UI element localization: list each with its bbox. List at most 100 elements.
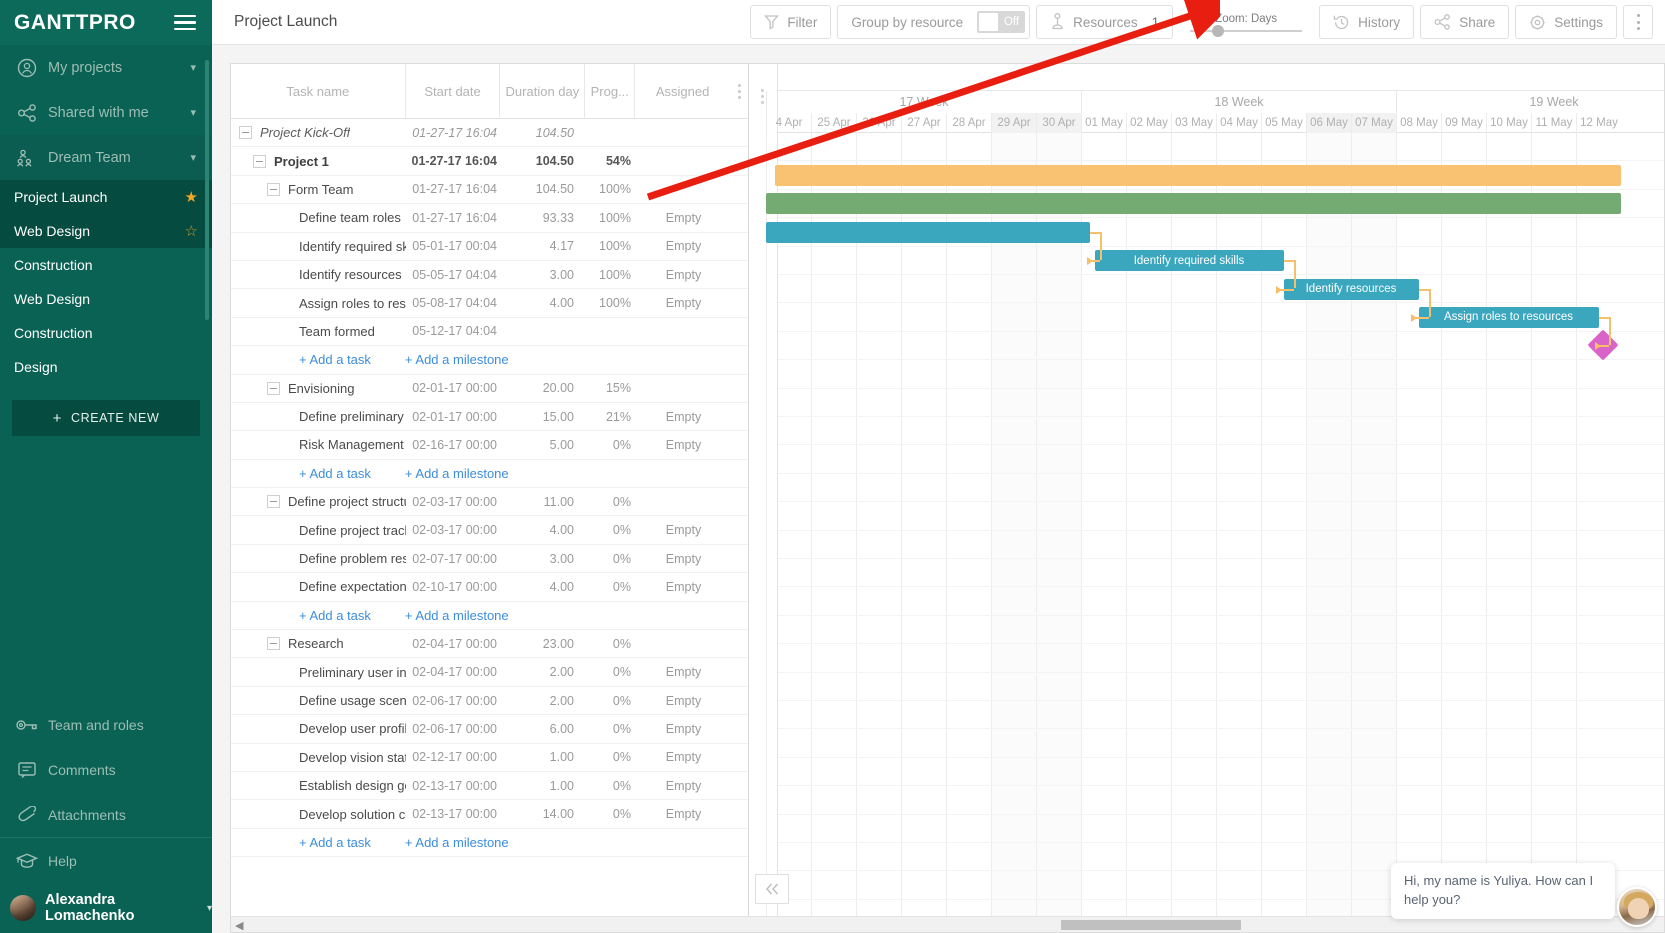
column-header-task-name[interactable]: Task name [231,64,406,119]
start-date-cell[interactable]: 02-04-17 00:00 [406,637,501,651]
sidebar-item-construction-1[interactable]: Construction [0,248,212,282]
duration-cell[interactable]: 5.00 [501,438,586,452]
sidebar-item-team-and-roles[interactable]: Team and roles [0,702,212,747]
assigned-cell[interactable]: Empty [636,807,731,821]
group-by-resource-toggle[interactable]: Off [977,11,1026,33]
chat-message-bubble[interactable]: Hi, my name is Yuliya. How can I help yo… [1391,863,1615,919]
duration-cell[interactable]: 104.50 [501,126,586,140]
start-date-cell[interactable]: 05-08-17 04:04 [406,296,501,310]
settings-button[interactable]: Settings [1515,5,1617,39]
sidebar-group-my-projects[interactable]: My projects ▾ [0,45,212,90]
progress-cell[interactable]: 54% [586,154,636,168]
star-filled-icon[interactable]: ★ [185,188,198,206]
create-new-button[interactable]: + CREATE NEW [12,400,200,436]
assigned-cell[interactable]: Empty [636,523,731,537]
column-header-duration[interactable]: Duration day [500,64,586,119]
duration-cell[interactable]: 3.00 [501,268,586,282]
history-button[interactable]: History [1319,5,1415,39]
chat-agent-avatar[interactable] [1617,887,1657,927]
add-task-link[interactable]: + Add a task [299,835,371,850]
table-row[interactable]: Research 02-04-17 00:00 23.00 0% [231,630,748,659]
start-date-cell[interactable]: 02-13-17 00:00 [406,779,501,793]
start-date-cell[interactable]: 02-06-17 00:00 [406,694,501,708]
sidebar-item-help[interactable]: Help [0,838,212,883]
gantt-bar[interactable] [766,193,1621,215]
gantt-bar[interactable]: Identify required skills [1094,250,1284,272]
collapse-toggle-icon[interactable] [267,495,280,509]
column-header-assigned[interactable]: Assigned [635,64,730,119]
start-date-cell[interactable]: 02-12-17 00:00 [406,750,501,764]
table-row[interactable]: Define project track 02-03-17 00:00 4.00 0%… [231,516,748,545]
collapse-toggle-icon[interactable] [267,182,280,196]
duration-cell[interactable]: 2.00 [501,665,586,679]
sidebar-item-design[interactable]: Design [0,350,212,384]
progress-cell[interactable]: 100% [586,268,636,282]
column-header-start-date[interactable]: Start date [406,64,501,119]
duration-cell[interactable]: 2.00 [501,694,586,708]
start-date-cell[interactable]: 02-07-17 00:00 [406,552,501,566]
gantt-bar[interactable] [775,164,1621,186]
duration-cell[interactable]: 14.00 [501,807,586,821]
progress-cell[interactable]: 21% [586,410,636,424]
start-date-cell[interactable]: 02-10-17 00:00 [406,580,501,594]
sidebar-item-comments[interactable]: Comments [0,747,212,792]
collapse-panel-button[interactable] [755,874,789,904]
table-row[interactable]: Risk Management 02-16-17 00:00 5.00 0% Empty [231,431,748,460]
timeline-options-icon[interactable] [761,86,764,107]
progress-cell[interactable]: 0% [586,694,636,708]
start-date-cell[interactable]: 02-03-17 00:00 [406,523,501,537]
assigned-cell[interactable]: Empty [636,779,731,793]
table-row[interactable]: Envisioning 02-01-17 00:00 20.00 15% [231,375,748,403]
start-date-cell[interactable]: 01-27-17 16:04 [406,182,501,196]
add-milestone-link[interactable]: + Add a milestone [405,466,509,481]
duration-cell[interactable]: 4.17 [501,239,586,253]
add-milestone-link[interactable]: + Add a milestone [405,608,509,623]
sidebar-scrollbar[interactable] [205,60,209,320]
sidebar-item-construction-2[interactable]: Construction [0,316,212,350]
start-date-cell[interactable]: 01-27-17 16:04 [406,154,501,168]
assigned-cell[interactable]: Empty [636,665,731,679]
filter-button[interactable]: Filter [750,5,832,39]
assigned-cell[interactable]: Empty [636,438,731,452]
duration-cell[interactable]: 93.33 [501,211,586,225]
progress-cell[interactable]: 100% [586,239,636,253]
duration-cell[interactable]: 11.00 [501,495,586,509]
start-date-cell[interactable]: 02-04-17 00:00 [406,665,501,679]
duration-cell[interactable]: 15.00 [501,410,586,424]
sidebar-group-shared-with-me[interactable]: Shared with me ▾ [0,90,212,135]
assigned-cell[interactable]: Empty [636,580,731,594]
sidebar-item-project-launch[interactable]: Project Launch ★ [0,180,212,214]
table-row[interactable]: Identify resources 05-05-17 04:04 3.00 100%… [231,261,748,290]
app-logo[interactable]: GANTTPRO [14,11,136,35]
collapse-toggle-icon[interactable] [267,637,280,651]
table-row[interactable]: Define problem res 02-07-17 00:00 3.00 0% Em… [231,545,748,574]
progress-cell[interactable]: 0% [586,495,636,509]
start-date-cell[interactable]: 02-13-17 00:00 [406,807,501,821]
progress-cell[interactable]: 100% [586,296,636,310]
gantt-bar[interactable] [766,221,1090,243]
progress-cell[interactable]: 0% [586,637,636,651]
scroll-left-arrow-icon[interactable]: ◀ [235,919,243,932]
progress-cell[interactable]: 15% [586,381,636,395]
start-date-cell[interactable]: 02-03-17 00:00 [406,495,501,509]
collapse-toggle-icon[interactable] [253,154,266,168]
sidebar-item-web-design-2[interactable]: Web Design [0,282,212,316]
duration-cell[interactable]: 4.00 [501,296,586,310]
share-button[interactable]: Share [1420,5,1510,39]
assigned-cell[interactable]: Empty [636,694,731,708]
zoom-slider-knob[interactable] [1212,24,1225,37]
column-header-progress[interactable]: Prog... [585,64,636,119]
column-options-icon[interactable] [730,64,748,119]
resources-button[interactable]: Resources 1 [1036,5,1174,39]
add-task-link[interactable]: + Add a task [299,352,371,367]
duration-cell[interactable]: 1.00 [501,779,586,793]
sidebar-item-web-design-1[interactable]: Web Design ☆ [0,214,212,248]
hamburger-icon[interactable] [174,11,196,34]
duration-cell[interactable]: 1.00 [501,750,586,764]
start-date-cell[interactable]: 02-01-17 00:00 [406,381,501,395]
start-date-cell[interactable]: 05-05-17 04:04 [406,268,501,282]
table-row[interactable]: Develop user profil 02-06-17 00:00 6.00 0% E… [231,715,748,744]
assigned-cell[interactable]: Empty [636,296,731,310]
progress-cell[interactable]: 100% [586,211,636,225]
start-date-cell[interactable]: 05-12-17 04:04 [406,324,501,338]
